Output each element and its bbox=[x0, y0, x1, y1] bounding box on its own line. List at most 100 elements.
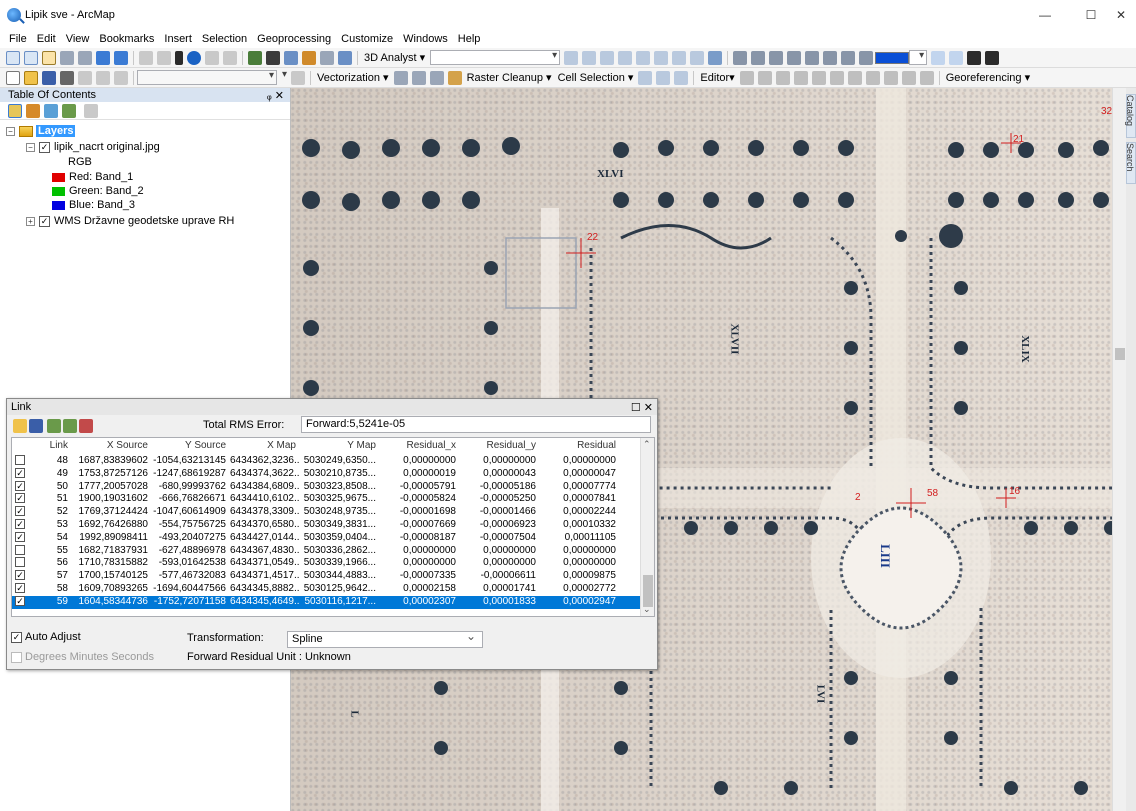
layers-row[interactable]: − Layers bbox=[6, 124, 76, 138]
table-row[interactable]: 55 1682,71837931 -627,48896978 6434367,4830… bbox=[12, 544, 642, 558]
raster-layer-checkbox[interactable]: ✓ bbox=[39, 141, 50, 153]
row-checkbox-cell[interactable] bbox=[12, 455, 30, 468]
edit-tool-icon[interactable] bbox=[811, 70, 826, 85]
3d-tool-icon[interactable] bbox=[564, 50, 579, 65]
menu-bookmarks[interactable]: Bookmarks bbox=[94, 33, 159, 45]
layer-combo[interactable] bbox=[430, 50, 561, 65]
color-swatch[interactable] bbox=[875, 51, 910, 64]
cell-selection-menu[interactable]: Cell Selection ▾ bbox=[555, 71, 637, 84]
link-window-titlebar[interactable]: Link ☐ ✕ bbox=[7, 399, 657, 415]
edit-tool-icon[interactable] bbox=[865, 70, 880, 85]
table-row[interactable]: ✓ 57 1700,15740125 -577,46732083 6434371,451… bbox=[12, 570, 642, 583]
row-checkbox[interactable]: ✓ bbox=[15, 583, 25, 593]
load-links-icon[interactable] bbox=[13, 419, 27, 433]
row-checkbox[interactable]: ✓ bbox=[15, 480, 25, 491]
vectorization-menu[interactable]: Vectorization ▾ bbox=[314, 71, 392, 84]
forward-extent-icon[interactable] bbox=[114, 50, 128, 65]
header-residual-x[interactable]: Residual_x bbox=[380, 440, 460, 453]
edit-tool-icon[interactable] bbox=[739, 70, 754, 85]
auto-adjust-checkbox[interactable]: ✓ bbox=[11, 631, 22, 643]
row-checkbox-cell[interactable]: ✓ bbox=[12, 570, 30, 583]
table-row[interactable]: ✓ 59 1604,58344736 -1752,72071158 6434345,46… bbox=[12, 595, 642, 609]
map-tool-icon[interactable] bbox=[733, 50, 748, 65]
raster-layer-name[interactable]: lipik_nacrt original.jpg bbox=[54, 141, 160, 153]
collapse-icon[interactable]: − bbox=[26, 142, 35, 152]
table-row[interactable]: ✓ 54 1992,89098411 -493,20407275 6434427,014… bbox=[12, 531, 642, 545]
catalog-tab[interactable]: Catalog bbox=[1125, 94, 1136, 138]
row-checkbox-cell[interactable]: ✓ bbox=[12, 595, 30, 609]
menu-file[interactable]: File bbox=[4, 33, 32, 45]
edit-tool-icon[interactable] bbox=[919, 70, 934, 85]
hyperlink-icon[interactable] bbox=[205, 50, 219, 65]
layout-tool-icon[interactable] bbox=[931, 50, 946, 65]
map-tool-icon[interactable] bbox=[823, 50, 838, 65]
map-tool-icon[interactable] bbox=[769, 50, 784, 65]
table-icon[interactable] bbox=[291, 70, 305, 85]
row-checkbox[interactable] bbox=[15, 557, 25, 568]
table-row[interactable]: 48 1687,83839602 -1054,63213145 6434362,323… bbox=[12, 455, 642, 468]
row-checkbox-cell[interactable]: ✓ bbox=[12, 493, 30, 506]
fixed-zoom-in-icon[interactable] bbox=[60, 50, 74, 65]
menu-geoprocessing[interactable]: Geoprocessing bbox=[252, 33, 336, 45]
row-checkbox[interactable]: ✓ bbox=[15, 493, 25, 504]
header-x-source[interactable]: X Source bbox=[72, 440, 152, 453]
transformation-select[interactable]: Spline bbox=[287, 629, 483, 648]
add-link-from-icon[interactable] bbox=[63, 419, 77, 433]
edit-tool-icon[interactable] bbox=[901, 70, 916, 85]
row-checkbox[interactable] bbox=[15, 455, 25, 465]
layout-tool-icon[interactable] bbox=[949, 50, 964, 65]
search-tab[interactable]: Search bbox=[1125, 142, 1136, 184]
minimize-button[interactable]: — bbox=[1022, 0, 1068, 30]
clear-selection-icon[interactable] bbox=[157, 50, 171, 65]
profile-graph-icon[interactable] bbox=[672, 50, 687, 65]
edit-tool-icon[interactable] bbox=[847, 70, 862, 85]
raster-cleanup-menu[interactable]: Raster Cleanup ▾ bbox=[464, 71, 555, 84]
python-icon[interactable] bbox=[985, 50, 1000, 65]
expand-icon[interactable]: + bbox=[26, 216, 35, 226]
auto-adjust-option[interactable]: ✓ Auto Adjust bbox=[11, 631, 81, 643]
header-x-map[interactable]: X Map bbox=[230, 440, 300, 453]
scale-dropdown[interactable] bbox=[277, 69, 289, 85]
arcscene-icon[interactable] bbox=[690, 50, 705, 65]
table-row[interactable]: ✓ 52 1769,37124424 -1047,60614909 6434378,33… bbox=[12, 506, 642, 519]
menu-insert[interactable]: Insert bbox=[159, 33, 197, 45]
row-checkbox-cell[interactable]: ✓ bbox=[12, 583, 30, 596]
table-row[interactable]: ✓ 51 1900,19031602 -666,76826671 6434410,610… bbox=[12, 493, 642, 506]
row-checkbox-cell[interactable]: ✓ bbox=[12, 506, 30, 519]
identify-icon[interactable] bbox=[187, 50, 201, 65]
row-checkbox[interactable]: ✓ bbox=[15, 570, 25, 581]
measure-icon[interactable] bbox=[248, 50, 262, 65]
zoom-out-icon[interactable] bbox=[24, 50, 38, 65]
edit-tool-icon[interactable] bbox=[793, 70, 808, 85]
fixed-zoom-out-icon[interactable] bbox=[78, 50, 92, 65]
row-checkbox[interactable]: ✓ bbox=[15, 519, 25, 529]
save-links-icon[interactable] bbox=[29, 419, 43, 433]
vectorization-trace-icon[interactable] bbox=[447, 70, 462, 85]
scroll-down-icon[interactable]: ⌄ bbox=[643, 604, 651, 615]
table-row[interactable]: ✓ 49 1753,87257126 -1247,68619287 6434374,36… bbox=[12, 467, 642, 481]
map-vertical-scrollbar[interactable] bbox=[1112, 88, 1126, 811]
table-row[interactable]: 56 1710,78315882 -593,01642538 6434371,0549… bbox=[12, 557, 642, 570]
map-tool-icon[interactable] bbox=[787, 50, 802, 65]
edit-tool-icon[interactable] bbox=[775, 70, 790, 85]
3d-tool-icon[interactable] bbox=[582, 50, 597, 65]
header-residual-y[interactable]: Residual_y bbox=[460, 440, 540, 453]
delete-link-icon[interactable] bbox=[79, 419, 93, 433]
map-tool-icon[interactable] bbox=[751, 50, 766, 65]
map-scale-combo[interactable] bbox=[137, 70, 277, 85]
3d-analyst-toolbar-label[interactable]: 3D Analyst ▾ bbox=[361, 51, 428, 64]
map-tool-icon[interactable] bbox=[805, 50, 820, 65]
vectorization-tool-icon[interactable] bbox=[429, 70, 444, 85]
table-row[interactable]: ✓ 53 1692,76426880 -554,75756725 6434370,658… bbox=[12, 519, 642, 532]
time-slider-icon[interactable] bbox=[320, 50, 334, 65]
editor-menu[interactable]: Editor▾ bbox=[697, 71, 737, 84]
open-folder-icon[interactable] bbox=[24, 70, 38, 85]
back-extent-icon[interactable] bbox=[96, 50, 110, 65]
header-residual[interactable]: Residual bbox=[540, 440, 620, 453]
row-checkbox-cell[interactable]: ✓ bbox=[12, 519, 30, 532]
row-checkbox-cell[interactable]: ✓ bbox=[12, 480, 30, 494]
print-icon[interactable] bbox=[60, 70, 74, 85]
color-dropdown[interactable] bbox=[909, 50, 928, 65]
edit-tool-icon[interactable] bbox=[829, 70, 844, 85]
select-elements-arrow-icon[interactable] bbox=[175, 50, 183, 65]
